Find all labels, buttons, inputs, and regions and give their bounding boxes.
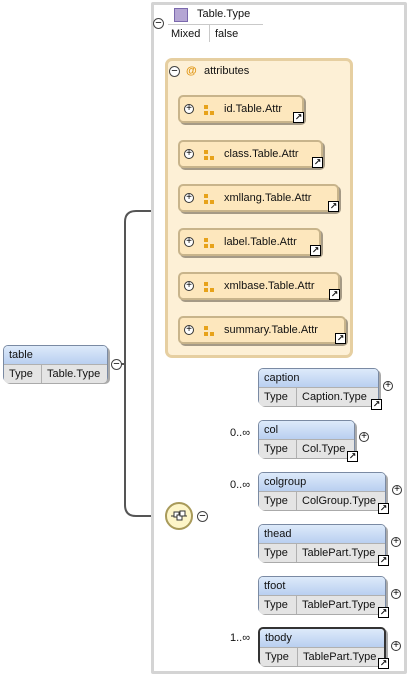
type-value: ColGroup.Type (302, 495, 376, 507)
attribute-group-ref-icon (204, 326, 214, 336)
expand-icon[interactable]: + (184, 104, 194, 114)
at-sign-icon: @ (186, 65, 197, 77)
attribute-label: id.Table.Attr (224, 103, 283, 115)
child-element-col[interactable]: col Type Col.Type ↗ (258, 420, 358, 462)
attribute-group-ref-icon (204, 150, 214, 160)
expand-icon[interactable]: + (184, 281, 194, 291)
type-value: Table.Type (47, 368, 101, 380)
element-name: tbody (265, 632, 292, 644)
type-key: Type (264, 443, 288, 455)
attribute-group-ref-icon (204, 238, 214, 248)
complex-type-name: Table.Type (197, 8, 251, 20)
link-arrow-icon[interactable]: ↗ (378, 658, 389, 669)
collapse-complex-type-button[interactable]: − (153, 18, 164, 29)
collapse-attributes-button[interactable]: − (169, 66, 180, 77)
element-name: colgroup (264, 476, 307, 488)
type-key: Type (264, 547, 288, 559)
cardinality: 0..∞ (230, 479, 251, 491)
link-arrow-icon[interactable]: ↗ (293, 112, 304, 123)
attributes-label: attributes (204, 65, 250, 77)
link-arrow-icon[interactable]: ↗ (347, 451, 358, 462)
mixed-key: Mixed (171, 28, 201, 40)
link-arrow-icon[interactable]: ↗ (378, 607, 389, 618)
type-key: Type (264, 495, 288, 507)
type-key: Type (9, 368, 33, 380)
expand-icon[interactable]: + (392, 485, 402, 495)
attribute-label: xmllang.Table.Attr (224, 192, 312, 204)
attribute-group-ref-icon (204, 282, 214, 292)
link-arrow-icon[interactable]: ↗ (335, 333, 346, 344)
link-arrow-icon[interactable]: ↗ (310, 245, 321, 256)
expand-icon[interactable]: + (184, 325, 194, 335)
child-element-colgroup[interactable]: colgroup Type ColGroup.Type ↗ (258, 472, 389, 514)
attribute-label: xmlbase.Table.Attr (224, 280, 315, 292)
link-arrow-icon[interactable]: ↗ (312, 157, 323, 168)
attribute-item[interactable]: + label.Table.Attr ↗ (178, 228, 321, 256)
element-name: caption (264, 372, 300, 384)
cardinality: 1..∞ (230, 632, 251, 644)
mixed-separator (209, 25, 210, 42)
complex-type-icon (174, 8, 188, 22)
type-key: Type (265, 651, 289, 663)
type-value: Caption.Type (302, 391, 367, 403)
mixed-value: false (215, 28, 239, 40)
attribute-group-ref-icon (204, 105, 214, 115)
cardinality: 0..∞ (230, 427, 251, 439)
attribute-item[interactable]: + summary.Table.Attr ↗ (178, 316, 346, 344)
child-element-tfoot[interactable]: tfoot Type TablePart.Type ↗ (258, 576, 389, 618)
attribute-item[interactable]: + class.Table.Attr ↗ (178, 140, 323, 168)
type-value: TablePart.Type (302, 547, 376, 559)
link-arrow-icon[interactable]: ↗ (328, 201, 339, 212)
element-name: thead (264, 528, 292, 540)
element-name: tfoot (264, 580, 286, 592)
attribute-item[interactable]: + xmlbase.Table.Attr ↗ (178, 272, 340, 300)
type-key: Type (264, 391, 288, 403)
attribute-item[interactable]: + xmllang.Table.Attr ↗ (178, 184, 339, 212)
link-arrow-icon[interactable]: ↗ (378, 555, 389, 566)
type-value: TablePart.Type (303, 651, 377, 663)
attribute-label: class.Table.Attr (224, 148, 299, 160)
expand-icon[interactable]: + (184, 237, 194, 247)
child-element-thead[interactable]: thead Type TablePart.Type ↗ (258, 524, 389, 566)
attribute-item[interactable]: + id.Table.Attr ↗ (178, 95, 304, 123)
link-arrow-icon[interactable]: ↗ (378, 503, 389, 514)
element-name: table (9, 349, 33, 361)
collapse-root-button[interactable]: − (111, 359, 122, 370)
attribute-label: summary.Table.Attr (224, 324, 318, 336)
link-arrow-icon[interactable]: ↗ (329, 289, 340, 300)
expand-icon[interactable]: + (391, 537, 401, 547)
type-key: Type (264, 599, 288, 611)
child-element-caption[interactable]: caption Type Caption.Type ↗ (258, 368, 382, 410)
expand-icon[interactable]: + (184, 149, 194, 159)
child-element-tbody[interactable]: tbody Type TablePart.Type ↗ (258, 627, 389, 669)
sequence-compositor-icon[interactable] (165, 502, 193, 530)
root-element-table[interactable]: table Type Table.Type (3, 345, 108, 383)
expand-icon[interactable]: + (184, 193, 194, 203)
expand-icon[interactable]: + (383, 381, 393, 391)
type-value: TablePart.Type (302, 599, 376, 611)
attribute-label: label.Table.Attr (224, 236, 297, 248)
element-name: col (264, 424, 279, 436)
expand-icon[interactable]: + (359, 432, 369, 442)
type-value: Col.Type (302, 443, 346, 455)
link-arrow-icon[interactable]: ↗ (371, 399, 382, 410)
expand-icon[interactable]: + (391, 641, 401, 651)
complex-type-divider (168, 24, 263, 25)
expand-icon[interactable]: + (391, 589, 401, 599)
attribute-group-ref-icon (204, 194, 214, 204)
collapse-sequence-button[interactable]: − (197, 511, 208, 522)
